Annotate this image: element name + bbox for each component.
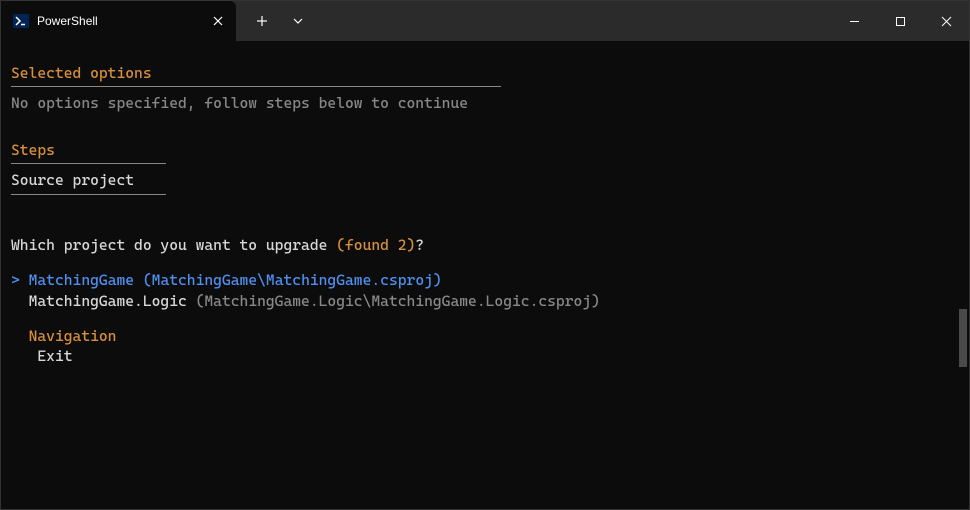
- close-button[interactable]: [923, 1, 969, 41]
- selected-options-body: No options specified, follow steps below…: [11, 93, 959, 113]
- maximize-button[interactable]: [877, 1, 923, 41]
- section-rule: [11, 86, 501, 87]
- tab-title: PowerShell: [37, 14, 202, 28]
- nav-exit-text: Exit: [37, 347, 72, 365]
- section-rule: [11, 194, 166, 195]
- navigation-exit[interactable]: Exit: [11, 346, 959, 366]
- titlebar-drag-area[interactable]: [316, 1, 831, 41]
- scrollbar-thumb[interactable]: [959, 309, 967, 367]
- navigation-heading: Navigation: [11, 326, 959, 346]
- steps-heading: Steps: [11, 140, 55, 161]
- prompt-option[interactable]: MatchingGame.Logic (MatchingGame.Logic\M…: [11, 291, 959, 311]
- prompt-question-suffix: ?: [415, 236, 424, 254]
- nav-heading-text: Navigation: [29, 327, 117, 345]
- tab-actions: [236, 1, 316, 41]
- prompt-question: Which project do you want to upgrade (fo…: [11, 235, 959, 255]
- terminal-output[interactable]: Selected options No options specified, f…: [1, 41, 969, 376]
- window-controls: [831, 1, 969, 41]
- steps-section: Steps Source project: [11, 140, 959, 196]
- section-rule: [11, 163, 166, 164]
- option-path: (MatchingGame\MatchingGame.csproj): [143, 271, 442, 289]
- prompt-question-prefix: Which project do you want to upgrade: [11, 236, 336, 254]
- terminal-tab[interactable]: PowerShell: [1, 1, 236, 41]
- powershell-icon: [13, 13, 29, 29]
- option-name: MatchingGame: [29, 271, 134, 289]
- tab-dropdown-button[interactable]: [280, 1, 316, 41]
- option-path: (MatchingGame.Logic\MatchingGame.Logic.c…: [196, 292, 600, 310]
- minimize-button[interactable]: [831, 1, 877, 41]
- caret-icon: >: [11, 271, 20, 289]
- selected-options-heading: Selected options: [11, 63, 152, 84]
- window-titlebar: PowerShell: [1, 1, 969, 41]
- prompt-option-selected[interactable]: > MatchingGame (MatchingGame\MatchingGam…: [11, 270, 959, 290]
- tab-close-button[interactable]: [210, 13, 226, 29]
- new-tab-button[interactable]: [244, 1, 280, 41]
- option-name: MatchingGame.Logic: [29, 292, 187, 310]
- steps-item: Source project: [11, 170, 959, 190]
- prompt-found-count: (found 2): [336, 236, 415, 254]
- selected-options-section: Selected options No options specified, f…: [11, 63, 959, 114]
